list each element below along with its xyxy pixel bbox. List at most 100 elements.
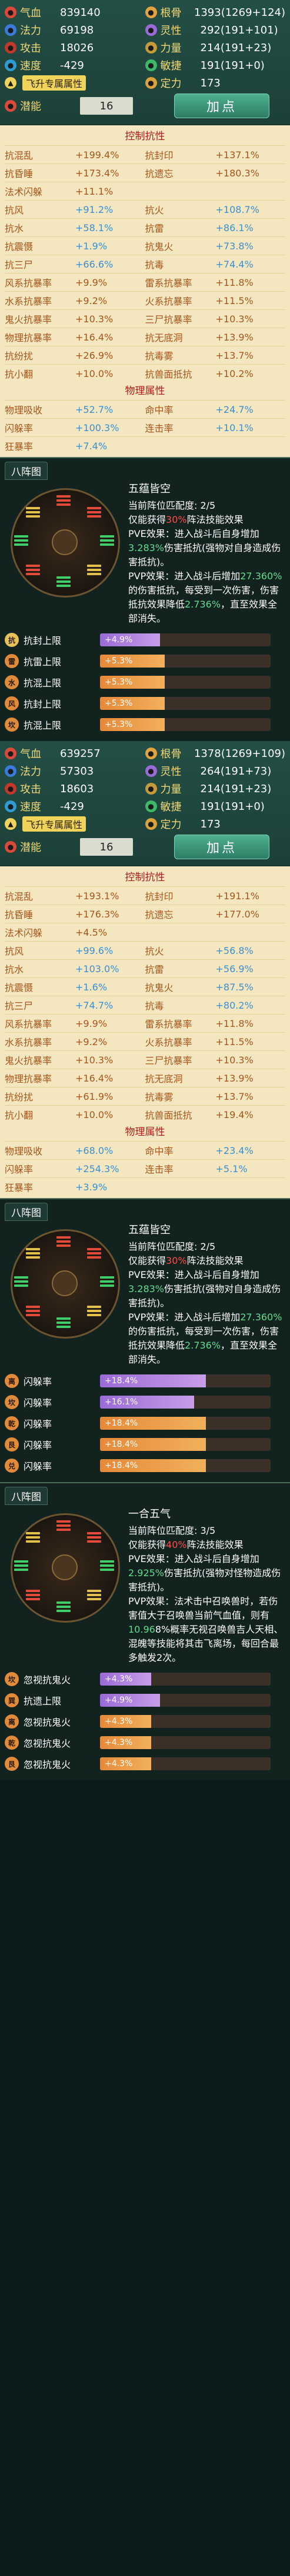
stat-row: ● 气血 639257 ● 根骨 1378(1269+109) <box>5 745 285 762</box>
resist-value: +74.7% <box>75 999 114 1011</box>
stat-label: 攻击 <box>20 42 41 55</box>
resist-item: 抗纷扰 +61.9% <box>5 1087 145 1105</box>
mana-icon: ● <box>5 765 16 777</box>
resist-item: 抗鬼火 +73.8% <box>145 236 285 255</box>
entry-value: +4.9% <box>105 635 133 645</box>
entry-label: 抗混上限 <box>24 678 62 689</box>
resist-value: +13.9% <box>215 331 254 343</box>
stat-value: 191(191+0) <box>200 800 265 813</box>
physical-value: +52.7% <box>75 403 114 415</box>
resist-name: 抗昏睡 <box>5 909 34 920</box>
resist-name: 抗混乱 <box>5 150 34 161</box>
resist-item: 雷系抗暴率 +11.8% <box>145 273 285 291</box>
resist-name: 抗鬼火 <box>145 982 174 993</box>
effect-ratio: 仅能获得30%阵法技能效果 <box>128 1255 244 1266</box>
potential-value: 16 <box>80 838 133 856</box>
resist-name: 抗毒 <box>145 1000 164 1012</box>
add-point-button[interactable]: 加点 <box>174 94 269 118</box>
resist-value: +16.4% <box>75 331 114 343</box>
entry-value: +18.4% <box>105 1461 138 1470</box>
formation-tab[interactable]: 八阵图 <box>5 1487 48 1505</box>
effect-ratio: 仅能获得40%阵法技能效果 <box>128 1539 244 1550</box>
formation-title: 一合五气 <box>128 1508 171 1520</box>
formation-entry: 乾忽视抗鬼火 +4.3% <box>5 1732 285 1753</box>
resist-name: 抗风 <box>5 946 24 957</box>
stat-row: ● 攻击 18026 ● 力量 214(191+23) <box>5 39 285 56</box>
entry-bar: +16.1% <box>100 1396 271 1409</box>
entry-label: 抗封上限 <box>24 699 62 710</box>
physical-name: 物理吸收 <box>5 1146 43 1157</box>
ascend-left: ▲ 飞升专属属性 <box>5 75 145 91</box>
add-point-button[interactable]: 加点 <box>174 835 269 859</box>
resist-value: +10.3% <box>75 313 114 325</box>
resist-item: 抗遗忘 +180.3% <box>145 163 285 182</box>
trigram-icon <box>56 495 71 506</box>
potential-value: 16 <box>80 97 133 115</box>
resist-value: +193.1% <box>75 890 119 902</box>
formation-entry: 离忽视抗鬼火 +4.3% <box>5 1711 285 1732</box>
resist-name: 抗雷 <box>145 223 164 234</box>
formation-tab[interactable]: 八阵图 <box>5 462 48 480</box>
resist-item: 风系抗暴率 +9.9% <box>5 273 145 291</box>
position-icon: 兑 <box>5 1459 19 1473</box>
position-icon: 雷 <box>5 654 19 668</box>
stat-value: 18603 <box>60 782 94 795</box>
stat-cell: ● 敏捷 191(191+0) <box>145 58 286 73</box>
resist-name: 抗毒雾 <box>145 1092 174 1103</box>
resist-item: 鬼火抗暴率 +10.3% <box>5 1050 145 1069</box>
resist-name: 抗混乱 <box>5 891 34 902</box>
physical-item: 狂暴率 +3.9% <box>5 1177 145 1196</box>
position-icon: 抗 <box>5 633 19 647</box>
physical-item: 命中率 +24.7% <box>145 400 285 418</box>
resist-item: 抗震慑 +1.9% <box>5 236 145 255</box>
formation-entry: 抗抗封上限 +4.9% <box>5 629 285 650</box>
stat-value: -429 <box>60 800 84 813</box>
resist-value: +176.3% <box>75 908 119 920</box>
formation-entries: 离闪躲率 +18.4% 坎闪躲率 +16.1% 乾闪躲率 +18.4% 艮闪躲率 +18.4%… <box>5 1370 285 1476</box>
control-resist-header: 控制抗性 <box>125 131 165 142</box>
resist-item: 抗雷 +56.9% <box>145 959 285 977</box>
pve-effect: PVE效果：进入战斗后自身增加3.283%伤害抵抗(强物对自身造成伤害抵抗)。 <box>128 528 281 568</box>
resist-value: +199.4% <box>75 149 119 161</box>
resist-value: +10.3% <box>215 1054 254 1066</box>
resist-item: 雷系抗暴率 +11.8% <box>145 1014 285 1032</box>
resist-item: 抗小翻 +10.0% <box>5 1105 145 1123</box>
resist-name: 三尸抗暴率 <box>145 314 192 325</box>
potential-label: 潜能 <box>20 101 41 113</box>
entry-label: 忽视抗鬼火 <box>24 1738 71 1749</box>
resist-item: 抗混乱 +199.4% <box>5 145 145 163</box>
trigram-icon <box>100 535 114 546</box>
resist-item: 火系抗暴率 +11.5% <box>145 291 285 309</box>
resist-value: +61.9% <box>75 1090 114 1102</box>
entry-label: 抗封上限 <box>24 635 62 646</box>
ascend-tag[interactable]: 飞升专属属性 <box>22 816 86 832</box>
entry-label: 抗混上限 <box>24 720 62 731</box>
physical-name: 连击率 <box>145 1164 174 1175</box>
stat-cell: ● 气血 839140 <box>5 5 145 20</box>
formation-entry: 坎闪躲率 +16.1% <box>5 1392 285 1413</box>
resist-value: +10.0% <box>75 368 114 379</box>
formation-info: 一合五气 当前阵位匹配度: 3/5 仅能获得40%阵法技能效果 PVE效果：进入战斗后… <box>122 1507 285 1665</box>
resist-value: +74.4% <box>215 258 254 270</box>
resist-item: 物理抗暴率 +16.4% <box>5 328 145 346</box>
resist-name: 抗震慑 <box>5 241 34 252</box>
trigram-icon <box>26 507 40 518</box>
resist-name: 抗火 <box>145 946 164 957</box>
physical-item <box>145 436 285 455</box>
trigram-icon <box>56 1520 71 1531</box>
resist-item: 抗无底洞 +13.9% <box>145 328 285 346</box>
stat-cell: ● 攻击 18026 <box>5 40 145 55</box>
resist-item: 法术闪躲 +4.5% <box>5 923 145 941</box>
formation-tab[interactable]: 八阵图 <box>5 1203 48 1221</box>
resist-value: +86.1% <box>215 222 254 233</box>
formation-info: 五蕴皆空 当前阵位匹配度: 2/5 仅能获得30%阵法技能效果 PVE效果：进入战斗后… <box>122 1223 285 1367</box>
resist-value: +11.8% <box>215 276 254 288</box>
ascend-tag[interactable]: 飞升专属属性 <box>22 75 86 91</box>
resist-name: 抗昏睡 <box>5 168 34 179</box>
physical-name: 狂暴率 <box>5 441 34 452</box>
resist-item: 抗封印 +137.1% <box>145 145 285 163</box>
effect-ratio: 仅能获得30%阵法技能效果 <box>128 514 244 525</box>
resist-name: 火系抗暴率 <box>145 1037 192 1048</box>
entry-value: +5.3% <box>105 678 133 687</box>
ascend-icon: ▲ <box>5 77 16 89</box>
